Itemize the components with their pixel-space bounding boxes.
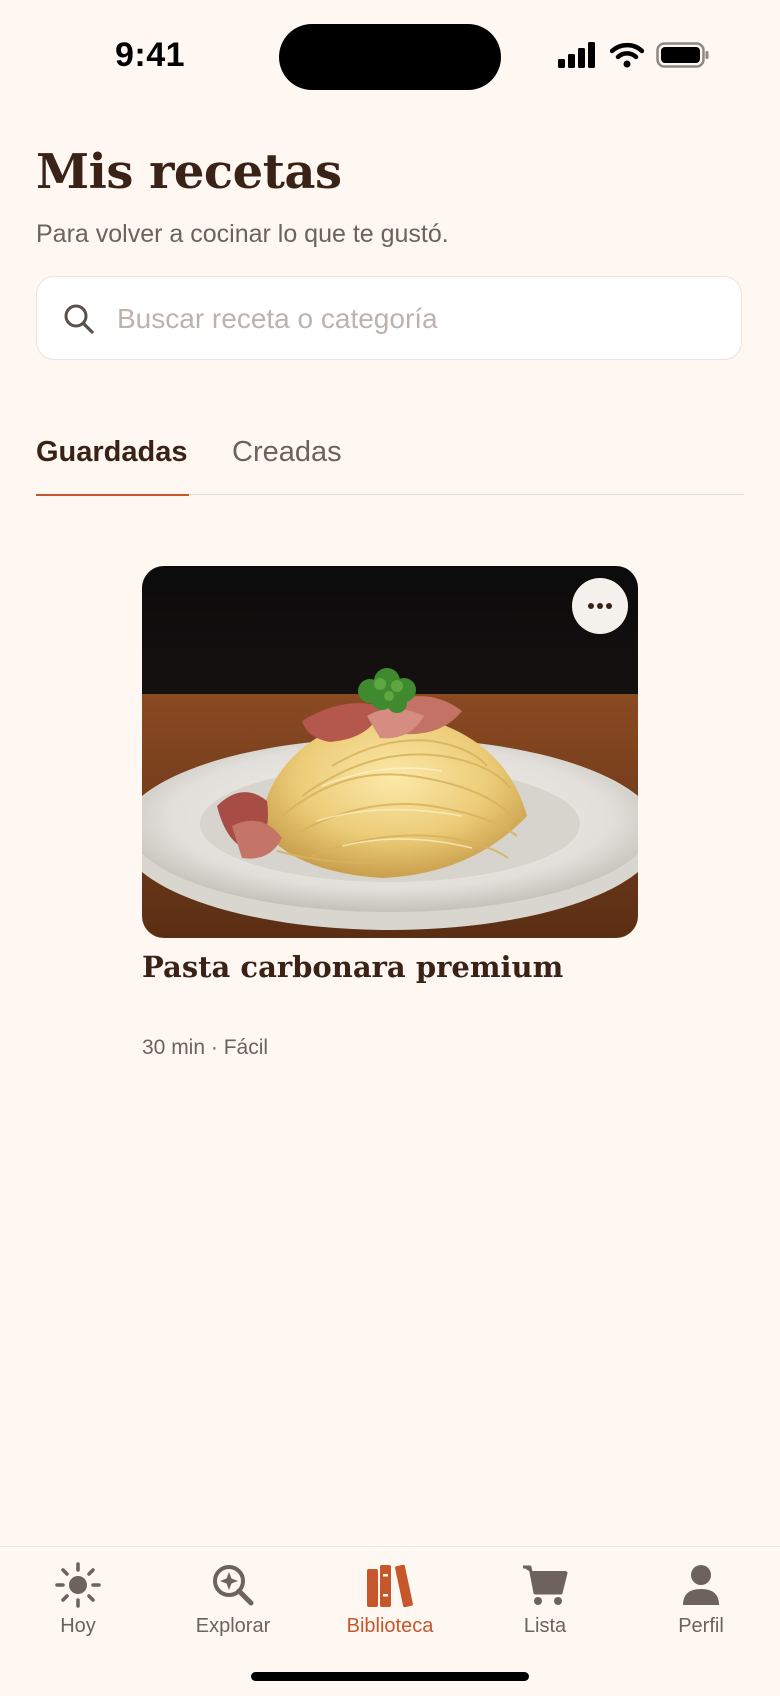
home-indicator bbox=[251, 1672, 529, 1681]
library-books-icon bbox=[367, 1564, 413, 1608]
cellular-signal-icon bbox=[558, 42, 595, 68]
search-input[interactable] bbox=[115, 277, 719, 360]
tab-bar-item-lista[interactable]: Lista bbox=[470, 1561, 620, 1638]
person-icon bbox=[683, 1565, 719, 1605]
search-bar[interactable] bbox=[36, 276, 742, 360]
tab-creadas[interactable]: Creadas bbox=[232, 436, 342, 469]
tab-bar-label: Perfil bbox=[678, 1615, 724, 1637]
tab-bar-item-biblioteca[interactable]: Biblioteca bbox=[315, 1561, 465, 1638]
page-subtitle: Para volver a cocinar lo que te gustó. bbox=[36, 220, 449, 248]
recipe-image[interactable] bbox=[142, 566, 638, 938]
active-tab-indicator bbox=[36, 493, 189, 496]
status-icons bbox=[558, 42, 710, 68]
page-title: Mis recetas bbox=[36, 144, 342, 200]
recipe-card[interactable]: Pasta carbonara premium 30 min · Fácil bbox=[142, 566, 638, 1059]
segment-tabs: Guardadas Creadas bbox=[36, 420, 744, 496]
search-icon bbox=[64, 304, 94, 334]
tab-bar-label: Hoy bbox=[60, 1615, 96, 1637]
tab-bar-item-hoy[interactable]: Hoy bbox=[3, 1561, 153, 1638]
tab-bar-label: Biblioteca bbox=[346, 1615, 434, 1637]
more-options-button[interactable] bbox=[572, 578, 628, 634]
dynamic-island bbox=[279, 24, 501, 90]
explore-search-icon bbox=[213, 1565, 254, 1606]
ellipsis-icon bbox=[588, 603, 612, 609]
tab-bar-item-perfil[interactable]: Perfil bbox=[626, 1561, 776, 1638]
cart-icon bbox=[523, 1565, 568, 1605]
recipe-title[interactable]: Pasta carbonara premium bbox=[142, 950, 742, 984]
tab-bar-label: Lista bbox=[523, 1615, 567, 1637]
wifi-icon bbox=[610, 42, 644, 68]
pasta-carbonara-image bbox=[142, 566, 638, 938]
sun-icon bbox=[55, 1562, 101, 1608]
tab-bar-label: Explorar bbox=[195, 1615, 271, 1637]
status-bar: 9:41 bbox=[0, 0, 780, 110]
battery-icon bbox=[656, 42, 709, 68]
tab-guardadas[interactable]: Guardadas bbox=[36, 436, 188, 469]
tab-bar-item-explorar[interactable]: Explorar bbox=[158, 1561, 308, 1638]
recipe-meta: 30 min · Fácil bbox=[142, 1036, 269, 1059]
status-time: 9:41 bbox=[115, 36, 186, 74]
